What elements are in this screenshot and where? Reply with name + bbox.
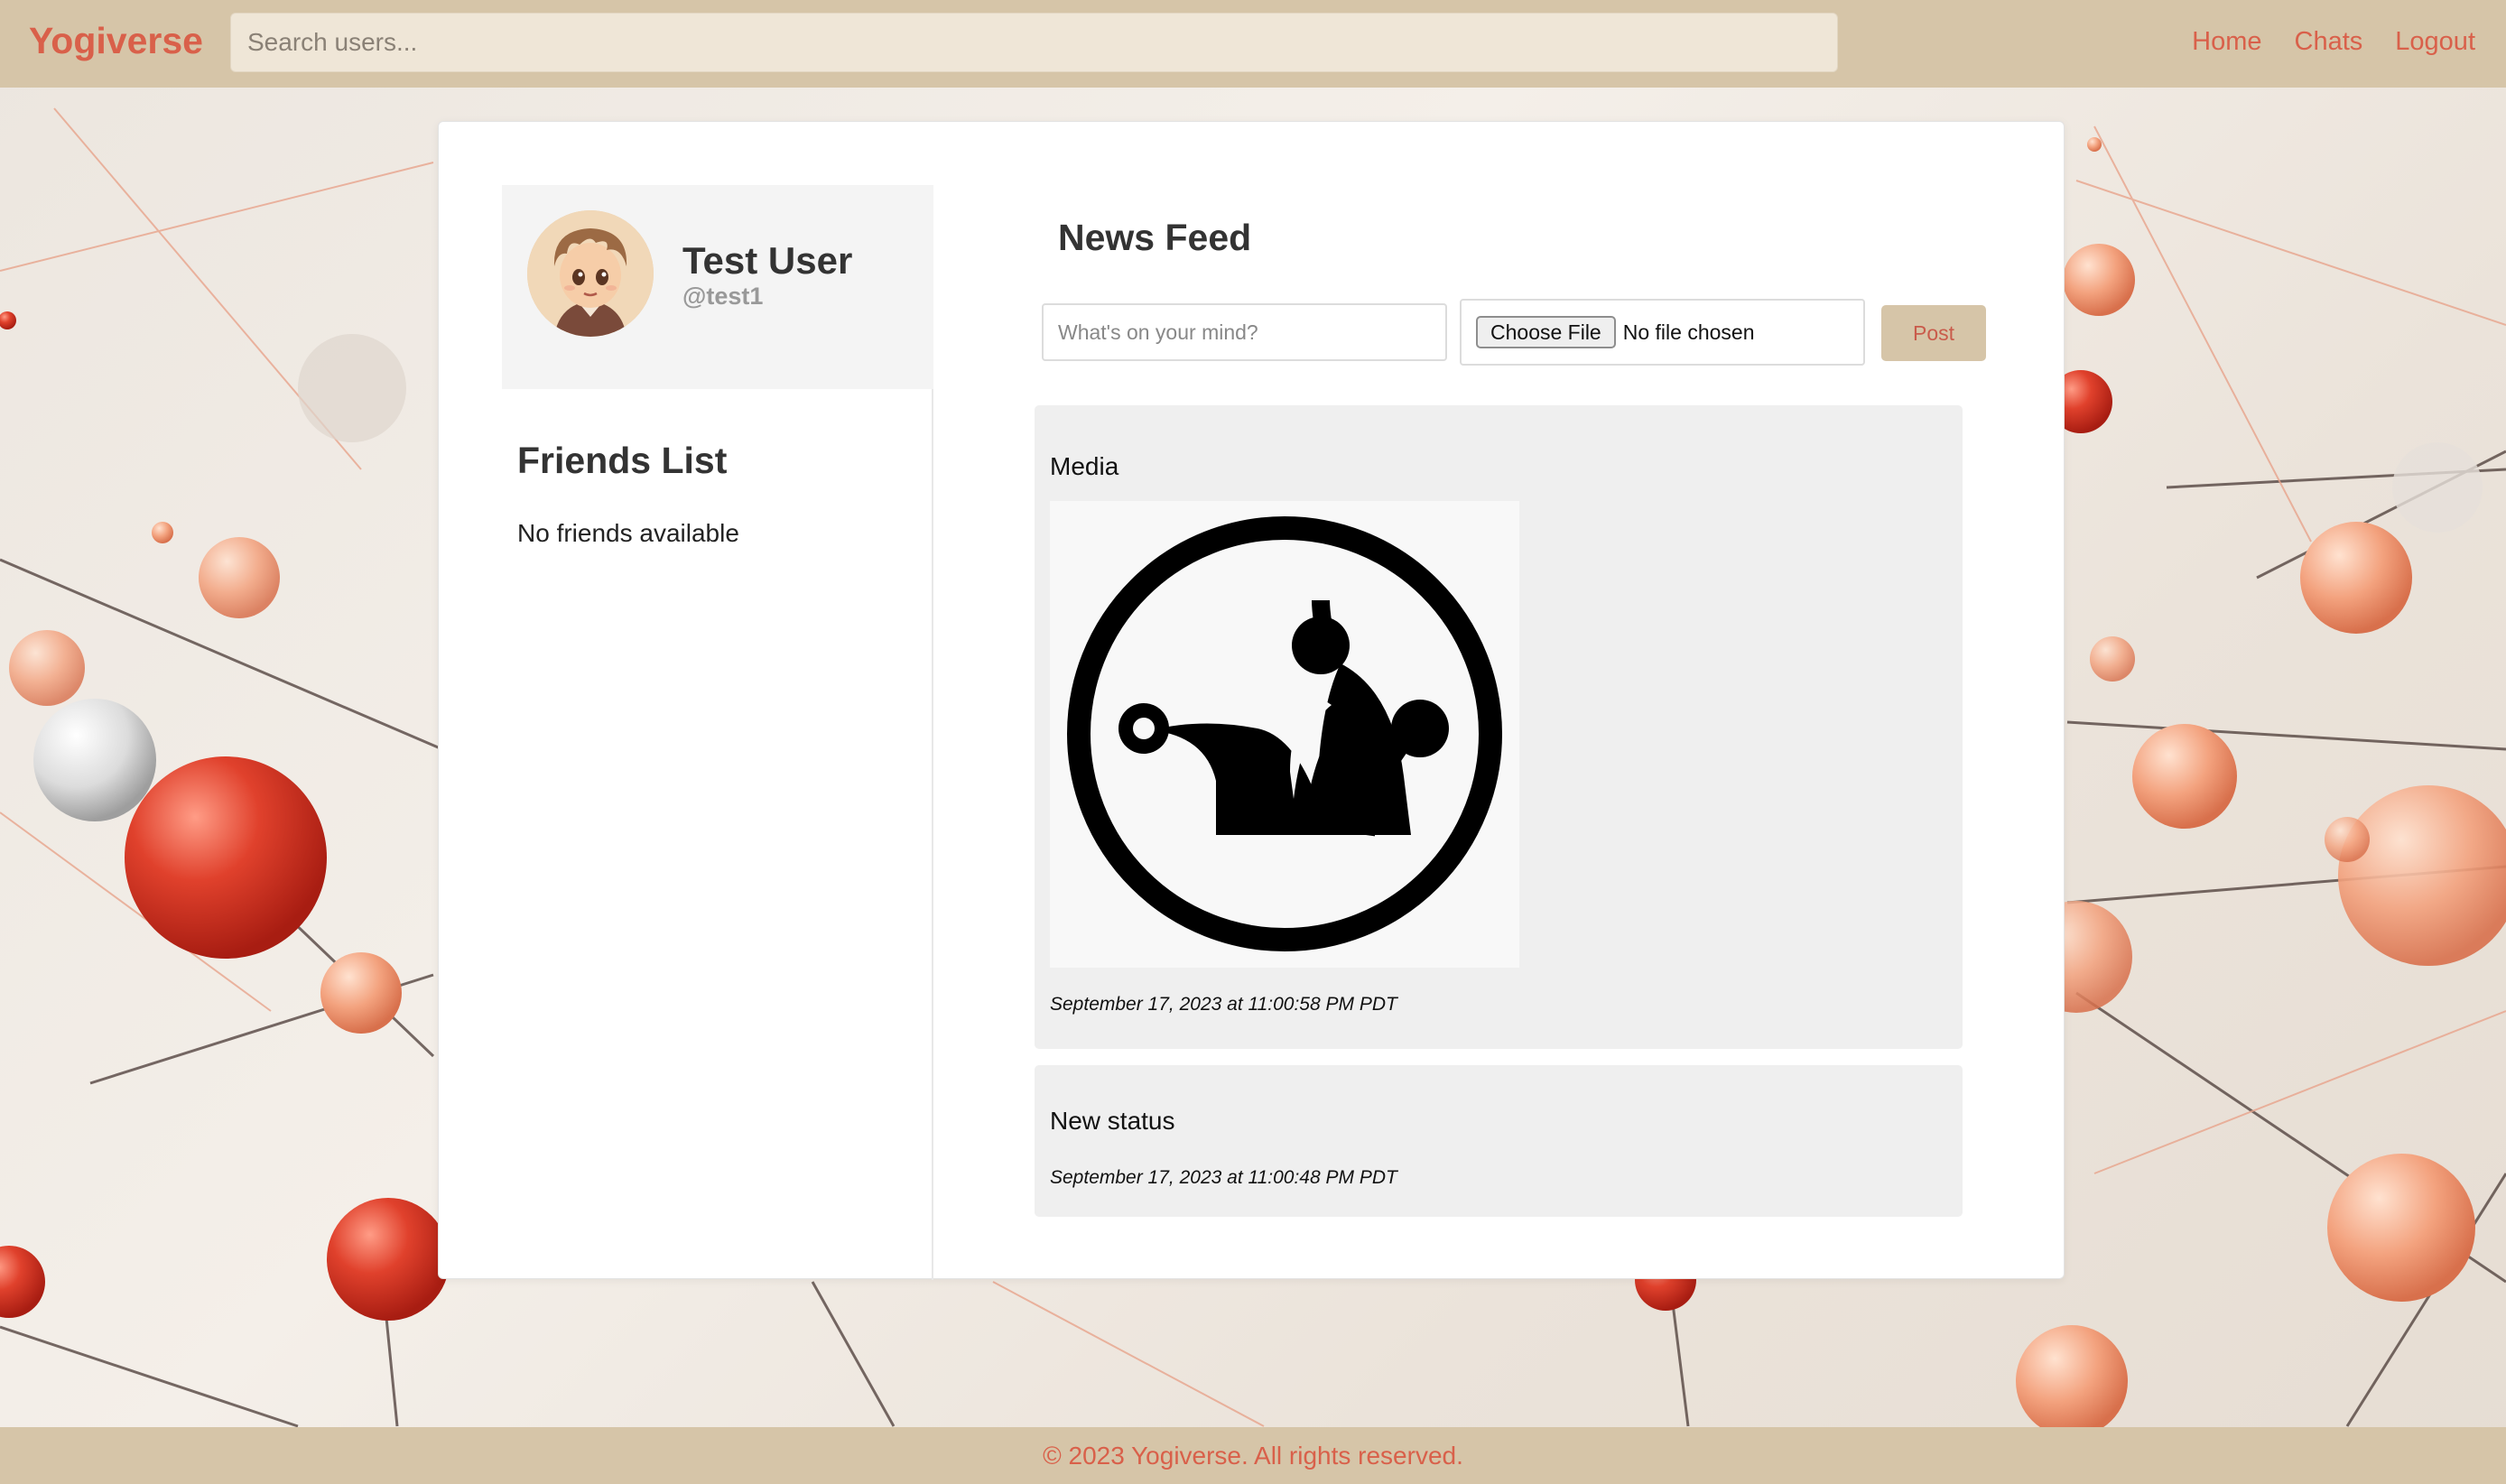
search-users-input[interactable] bbox=[230, 13, 1838, 72]
profile-name: Test User bbox=[682, 239, 853, 282]
profile-panel: Test User @test1 bbox=[502, 185, 933, 389]
post-media-image[interactable] bbox=[1050, 501, 1519, 968]
news-feed-title: News Feed bbox=[1058, 217, 1252, 258]
top-navbar: Yogiverse Home Chats Logout bbox=[0, 0, 2506, 88]
brand-logo[interactable]: Yogiverse bbox=[29, 20, 203, 62]
post-text: Media bbox=[1050, 452, 1119, 480]
friends-empty-text: No friends available bbox=[517, 519, 739, 547]
nav-chats-link[interactable]: Chats bbox=[2295, 27, 2363, 57]
status-input[interactable] bbox=[1042, 303, 1447, 361]
profile-handle: @test1 bbox=[682, 283, 764, 310]
post-text: New status bbox=[1050, 1107, 1175, 1135]
jester-hat-logo-icon bbox=[1067, 516, 1502, 951]
main-card: Test User @test1 Friends List No friends… bbox=[438, 121, 2065, 1280]
feed-post: New status September 17, 2023 at 11:00:4… bbox=[1035, 1065, 1963, 1217]
sidebar: Test User @test1 Friends List No friends… bbox=[502, 185, 933, 1280]
file-status-text: No file chosen bbox=[1622, 320, 1755, 344]
friends-list-title: Friends List bbox=[517, 440, 728, 481]
nav-links: Home Chats Logout bbox=[2192, 27, 2475, 57]
avatar[interactable] bbox=[527, 210, 654, 337]
post-timestamp: September 17, 2023 at 11:00:58 PM PDT bbox=[1050, 994, 1397, 1015]
avatar-image bbox=[527, 210, 654, 337]
post-button[interactable]: Post bbox=[1881, 305, 1986, 361]
choose-file-button[interactable]: Choose File bbox=[1476, 316, 1616, 348]
nav-logout-link[interactable]: Logout bbox=[2395, 27, 2475, 57]
news-feed: News Feed Choose File No file chosen Pos… bbox=[933, 122, 2065, 1280]
post-timestamp: September 17, 2023 at 11:00:48 PM PDT bbox=[1050, 1167, 1397, 1188]
nav-home-link[interactable]: Home bbox=[2192, 27, 2261, 57]
footer: © 2023 Yogiverse. All rights reserved. bbox=[0, 1427, 2506, 1484]
footer-copyright: © 2023 Yogiverse. All rights reserved. bbox=[1043, 1441, 1463, 1470]
feed-post: Media September 17, 2023 at 11:00:58 PM … bbox=[1035, 405, 1963, 1049]
file-upload-field[interactable]: Choose File No file chosen bbox=[1460, 299, 1865, 366]
